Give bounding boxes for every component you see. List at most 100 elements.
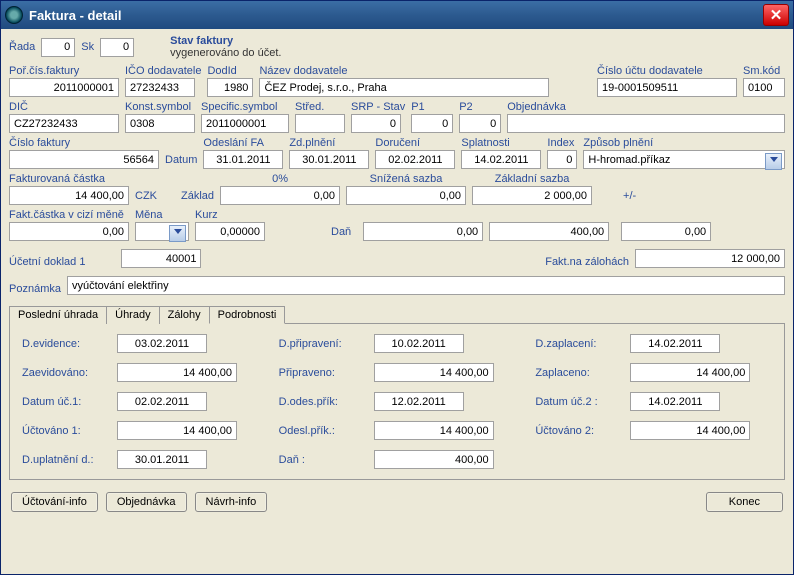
- uc1-field[interactable]: 14 400,00: [117, 421, 237, 440]
- ico-field[interactable]: 27232433: [125, 78, 195, 97]
- pm-label: +/-: [623, 190, 636, 202]
- app-icon: [5, 6, 23, 24]
- dan2-field[interactable]: 400,00: [374, 450, 494, 469]
- zakl-dan-field[interactable]: 400,00: [489, 222, 609, 241]
- zpln-combo[interactable]: H-hromad.příkaz: [583, 150, 785, 169]
- fz-label: Fakt.na zálohách: [545, 256, 629, 268]
- uc2-label: Účtováno 2:: [535, 425, 620, 437]
- tab-podrobnosti[interactable]: Podrobnosti: [209, 306, 286, 324]
- zaev-field[interactable]: 14 400,00: [117, 363, 237, 382]
- ud-label: Účetní doklad 1: [9, 256, 85, 268]
- rada-field[interactable]: 0: [41, 38, 75, 57]
- index-field[interactable]: 0: [547, 150, 577, 169]
- cf-field[interactable]: 56564: [9, 150, 159, 169]
- prip-label: Připraveno:: [279, 367, 364, 379]
- dodp-field[interactable]: 12.02.2011: [374, 392, 464, 411]
- tab-posledni-uhrada[interactable]: Poslední úhrada: [9, 306, 107, 324]
- prip-field[interactable]: 14 400,00: [374, 363, 494, 382]
- smkod-label: Sm.kód: [743, 65, 785, 77]
- stred-label: Střed.: [295, 101, 345, 113]
- duc2-label: Datum úč.2 :: [535, 396, 620, 408]
- fakt-field[interactable]: 14 400,00: [9, 186, 129, 205]
- ks-field[interactable]: 0308: [125, 114, 195, 133]
- doruc-label: Doručení: [375, 137, 455, 149]
- titlebar: Faktura - detail ✕: [1, 1, 793, 29]
- srp-field[interactable]: 0: [351, 114, 401, 133]
- ico-label: IČO dodavatele: [125, 65, 201, 77]
- mena-combo[interactable]: [135, 222, 189, 241]
- dev-field[interactable]: 03.02.2011: [117, 334, 207, 353]
- fz-field[interactable]: 12 000,00: [635, 249, 785, 268]
- stred-field[interactable]: [295, 114, 345, 133]
- zakls-label: Základní sazba: [495, 173, 570, 185]
- kurz-label: Kurz: [195, 209, 265, 221]
- tab-zalohy[interactable]: Zálohy: [159, 306, 210, 324]
- nazev-label: Název dodavatele: [259, 65, 591, 77]
- duc1-field[interactable]: 02.02.2011: [117, 392, 207, 411]
- zdpl-field[interactable]: 30.01.2011: [289, 150, 369, 169]
- doruc-field[interactable]: 02.02.2011: [375, 150, 455, 169]
- dup-field[interactable]: 30.01.2011: [117, 450, 207, 469]
- fcm-label: Fakt.částka v cizí měně: [9, 209, 129, 221]
- srp-label: SRP - Stav: [351, 101, 405, 113]
- index-label: Index: [547, 137, 577, 149]
- obj-field[interactable]: [507, 114, 785, 133]
- splat-field[interactable]: 14.02.2011: [461, 150, 541, 169]
- navrh-info-button[interactable]: Návrh-info: [195, 492, 268, 512]
- dzap-field[interactable]: 14.02.2011: [630, 334, 720, 353]
- uc2-field[interactable]: 14 400,00: [630, 421, 750, 440]
- pct-label: 0%: [272, 173, 288, 185]
- smkod-field[interactable]: 0100: [743, 78, 785, 97]
- fakt-label: Fakturovaná částka: [9, 173, 129, 185]
- pozn-field[interactable]: vyúčtování elektřiny: [67, 276, 785, 295]
- uc1-label: Účtováno 1:: [22, 425, 107, 437]
- p2-label: P2: [459, 101, 501, 113]
- sk-field[interactable]: 0: [100, 38, 134, 57]
- p1-field[interactable]: 0: [411, 114, 453, 133]
- mena-label: Měna: [135, 209, 189, 221]
- uctovani-info-button[interactable]: Účtování-info: [11, 492, 98, 512]
- konec-button[interactable]: Konec: [706, 492, 783, 512]
- dodid-field[interactable]: 1980: [207, 78, 253, 97]
- status-text: vygenerováno do účet.: [170, 47, 281, 59]
- rada-label: Řada: [9, 41, 35, 53]
- cislouctu-field[interactable]: 19-0001509511: [597, 78, 737, 97]
- ud-field[interactable]: 40001: [121, 249, 201, 268]
- dprip-field[interactable]: 10.02.2011: [374, 334, 464, 353]
- dan2-label: Daň :: [279, 454, 364, 466]
- tab-uhrady[interactable]: Úhrady: [106, 306, 159, 324]
- dic-field[interactable]: CZ27232433: [9, 114, 119, 133]
- porcis-field[interactable]: 2011000001: [9, 78, 119, 97]
- form-body: Řada 0 Sk 0 Stav faktury vygenerováno do…: [1, 29, 793, 520]
- p2-field[interactable]: 0: [459, 114, 501, 133]
- cislouctu-label: Číslo účtu dodavatele: [597, 65, 737, 77]
- chevron-down-icon: [770, 157, 778, 162]
- status-block: Stav faktury vygenerováno do účet.: [170, 35, 281, 59]
- pm-dan-field[interactable]: 0,00: [621, 222, 711, 241]
- kurz-field[interactable]: 0,00000: [195, 222, 265, 241]
- close-button[interactable]: ✕: [763, 4, 789, 26]
- duc2-field[interactable]: 14.02.2011: [630, 392, 720, 411]
- nazev-field[interactable]: ČEZ Prodej, s.r.o., Praha: [259, 78, 549, 97]
- sniz-field[interactable]: 0,00: [346, 186, 466, 205]
- fcm-field[interactable]: 0,00: [9, 222, 129, 241]
- sk-label: Sk: [81, 41, 94, 53]
- dup-label: D.uplatnění d.:: [22, 454, 107, 466]
- odp-label: Odesl.přík.:: [279, 425, 364, 437]
- chevron-down-icon: [174, 229, 182, 234]
- zakls-field[interactable]: 2 000,00: [472, 186, 592, 205]
- porcis-label: Poř.čís.faktury: [9, 65, 119, 77]
- dodp-label: D.odes.přík:: [279, 396, 364, 408]
- ss-field[interactable]: 2011000001: [201, 114, 289, 133]
- dev-label: D.evidence:: [22, 338, 107, 350]
- dzap-label: D.zaplacení:: [535, 338, 620, 350]
- zap-field[interactable]: 14 400,00: [630, 363, 750, 382]
- objednavka-button[interactable]: Objednávka: [106, 492, 187, 512]
- sniz-dan-field[interactable]: 0,00: [363, 222, 483, 241]
- duc1-label: Datum úč.1:: [22, 396, 107, 408]
- zaklad-label: Základ: [181, 190, 214, 202]
- zaklad-field[interactable]: 0,00: [220, 186, 340, 205]
- odes-field[interactable]: 31.01.2011: [203, 150, 283, 169]
- odp-field[interactable]: 14 400,00: [374, 421, 494, 440]
- invoice-detail-window: Faktura - detail ✕ Řada 0 Sk 0 Stav fakt…: [0, 0, 794, 575]
